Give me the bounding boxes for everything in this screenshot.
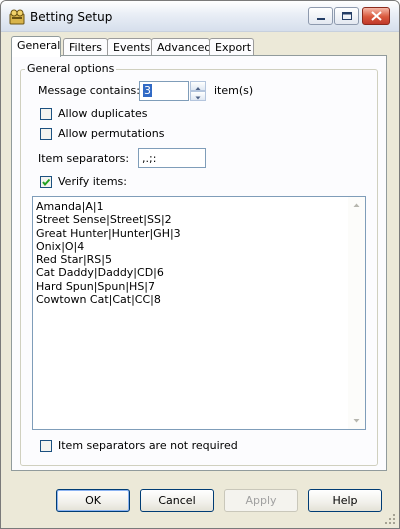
verify-items-label[interactable]: Verify items: [58,175,127,188]
close-icon [371,11,382,21]
betting-setup-window: Betting Setup General Filters Events Adv… [0,0,400,529]
tab-general[interactable]: General [11,36,61,57]
window-title: Betting Setup [30,10,113,24]
group-label: General options [25,62,117,75]
separators-not-required-checkbox[interactable] [40,440,52,452]
checkmark-icon [42,178,51,187]
message-contains-label: Message contains: [38,84,140,97]
separators-not-required-label[interactable]: Item separators are not required [58,439,238,452]
scroll-up-icon [353,203,360,207]
maximize-button[interactable] [334,7,359,25]
item-separators-label: Item separators: [38,152,130,165]
app-icon [9,9,25,25]
help-button[interactable]: Help [308,489,382,512]
items-textarea[interactable]: Amanda|A|1 Street Sense|Street|SS|2 Grea… [32,196,366,430]
close-button[interactable] [362,7,390,25]
minimize-button[interactable] [308,7,333,25]
scroll-down-icon [353,419,360,423]
items-text[interactable]: Amanda|A|1 Street Sense|Street|SS|2 Grea… [36,200,346,306]
tab-filters[interactable]: Filters [63,38,108,56]
allow-permutations-checkbox[interactable] [40,128,52,140]
message-contains-spinner[interactable] [190,81,206,101]
arrow-down-icon [195,96,201,100]
tab-export[interactable]: Export [209,38,254,56]
general-options-group: General options Message contains: 3 item… [20,62,378,466]
apply-button[interactable]: Apply [224,489,298,512]
minimize-icon [317,18,325,20]
vertical-scrollbar[interactable] [348,197,365,429]
resize-grip-icon[interactable] [384,513,396,525]
tab-events[interactable]: Events [107,38,152,56]
maximize-icon [342,12,352,20]
allow-duplicates-checkbox[interactable] [40,108,52,120]
title-bar[interactable]: Betting Setup [1,1,399,32]
cancel-button[interactable]: Cancel [140,489,214,512]
spin-down-button[interactable] [190,91,206,101]
general-tab-panel: General options Message contains: 3 item… [11,55,387,471]
allow-duplicates-label[interactable]: Allow duplicates [58,107,148,120]
tab-advanced[interactable]: Advanced [151,38,211,56]
items-suffix-label: item(s) [214,84,254,97]
allow-permutations-label[interactable]: Allow permutations [58,127,164,140]
items-editor: Amanda|A|1 Street Sense|Street|SS|2 Grea… [32,196,366,430]
spin-up-button[interactable] [190,81,206,91]
item-separators-input[interactable] [138,148,206,168]
scroll-down-button[interactable] [348,412,365,429]
ok-button[interactable]: OK [56,489,130,512]
verify-items-checkbox[interactable] [40,176,52,188]
scroll-up-button[interactable] [348,197,365,214]
message-contains-input[interactable]: 3 [139,81,189,101]
